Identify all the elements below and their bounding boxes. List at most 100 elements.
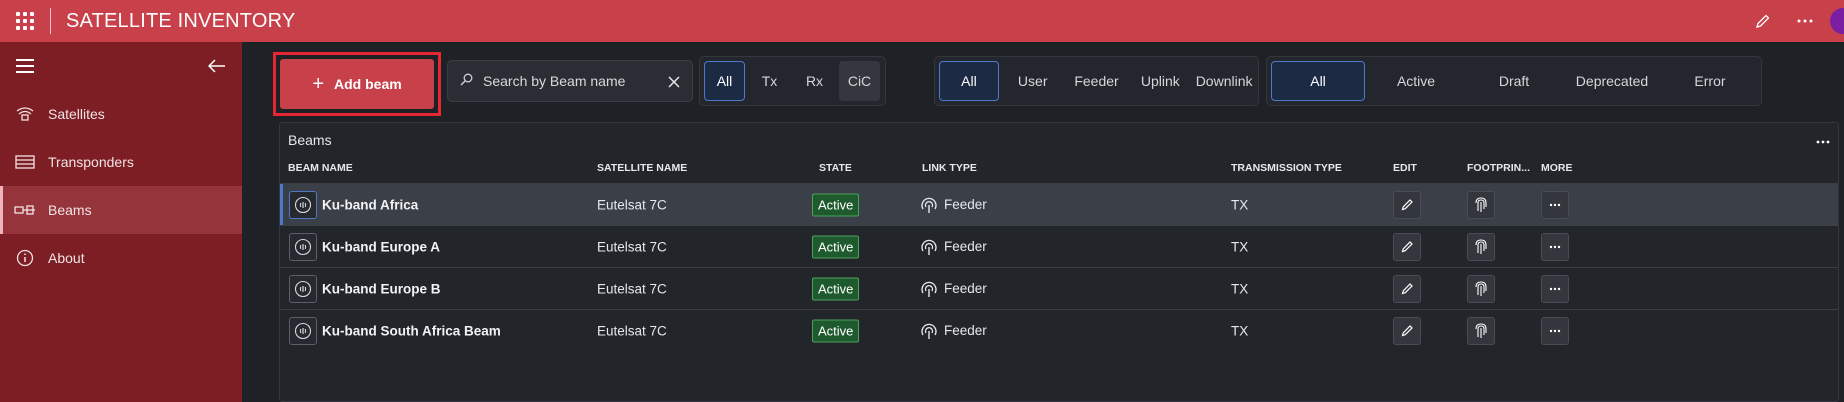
beam-name: Ku-band Europe B (322, 281, 441, 296)
ellipsis-icon (1549, 329, 1561, 332)
app-title: SATELLITE INVENTORY (66, 9, 296, 32)
filter-state-all[interactable]: All (1271, 61, 1366, 101)
link-type-label: Feeder (944, 197, 987, 212)
edit-button[interactable] (1393, 274, 1421, 303)
satellite-name: Eutelsat 7C (597, 239, 667, 254)
edit-icon[interactable] (1742, 0, 1784, 42)
satellite-name: Eutelsat 7C (597, 323, 667, 338)
filter-direction-cic[interactable]: CiC (839, 61, 880, 101)
table-row[interactable]: Ku-band Africa Eutelsat 7C Active Feeder… (280, 183, 1838, 225)
grid-title: Beams (288, 132, 332, 148)
search-icon (460, 73, 473, 89)
filter-state-error[interactable]: Error (1663, 61, 1757, 101)
add-beam-highlight: + Add beam (273, 52, 441, 116)
ellipsis-icon (1549, 245, 1561, 248)
column-header-more[interactable]: MORE (1541, 162, 1573, 174)
link-type: Feeder (920, 322, 987, 340)
transmission-type: TX (1231, 281, 1249, 296)
pencil-icon (1401, 199, 1413, 211)
fingerprint-icon (1475, 322, 1487, 338)
footprint-button[interactable] (1467, 316, 1495, 345)
beam-signal-icon (289, 232, 317, 261)
filter-link-uplink[interactable]: Uplink (1130, 61, 1190, 101)
sidebar-item-label: About (48, 250, 85, 266)
sidebar-item-satellites[interactable]: Satellites (0, 90, 242, 138)
filter-direction-all[interactable]: All (704, 61, 745, 101)
info-icon (14, 249, 36, 267)
sidebar-item-about[interactable]: About (0, 234, 242, 282)
column-headers: BEAM NAME SATELLITE NAME STATE LINK TYPE… (280, 157, 1838, 183)
sidebar-item-label: Satellites (48, 106, 105, 122)
footprint-button[interactable] (1467, 232, 1495, 261)
column-header-edit[interactable]: EDIT (1393, 162, 1417, 174)
beam-name: Ku-band Europe A (322, 239, 440, 254)
filter-state-active[interactable]: Active (1369, 61, 1463, 101)
more-options-icon[interactable] (1784, 0, 1826, 42)
avatar[interactable] (1830, 8, 1844, 34)
column-header-link-type[interactable]: LINK TYPE (922, 162, 977, 174)
row-more-button[interactable] (1541, 190, 1569, 219)
link-type-filter: All User Feeder Uplink Downlink (934, 56, 1259, 106)
search-input[interactable] (483, 73, 668, 89)
edit-button[interactable] (1393, 190, 1421, 219)
link-type: Feeder (920, 196, 987, 214)
status-badge: Active (812, 277, 860, 300)
grid-more-icon[interactable] (1816, 131, 1830, 149)
beam-name: Ku-band Africa (322, 197, 419, 212)
feeder-icon (921, 197, 937, 213)
add-beam-button[interactable]: + Add beam (280, 59, 434, 109)
plus-icon: + (312, 73, 324, 95)
sidebar-item-transponders[interactable]: Transponders (0, 138, 242, 186)
pencil-icon (1401, 325, 1413, 337)
table-row[interactable]: Ku-band Europe A Eutelsat 7C Active Feed… (280, 225, 1838, 267)
filter-link-all[interactable]: All (939, 61, 999, 101)
direction-filter: All Tx Rx CiC (699, 56, 886, 106)
sidebar-item-label: Transponders (48, 154, 134, 170)
pencil-icon (1401, 241, 1413, 253)
footprint-button[interactable] (1467, 274, 1495, 303)
edit-button[interactable] (1393, 232, 1421, 261)
fingerprint-icon (1475, 280, 1487, 296)
fingerprint-icon (1475, 238, 1487, 254)
column-header-beam-name[interactable]: BEAM NAME (288, 162, 353, 174)
transmission-type: TX (1231, 197, 1249, 212)
row-more-button[interactable] (1541, 232, 1569, 261)
search-box (447, 60, 693, 102)
column-header-transmission-type[interactable]: TRANSMISSION TYPE (1231, 162, 1342, 174)
beams-grid: Beams BEAM NAME SATELLITE NAME STATE LIN… (279, 122, 1839, 402)
column-header-state[interactable]: STATE (819, 162, 852, 174)
row-more-button[interactable] (1541, 274, 1569, 303)
menu-icon[interactable] (16, 59, 34, 73)
sidebar-item-beams[interactable]: Beams (0, 186, 242, 234)
collapse-arrow-icon[interactable] (207, 55, 226, 77)
filter-state-draft[interactable]: Draft (1467, 61, 1561, 101)
status-badge: Active (812, 319, 860, 342)
ellipsis-icon (1549, 287, 1561, 290)
filter-state-deprecated[interactable]: Deprecated (1565, 61, 1659, 101)
filter-link-feeder[interactable]: Feeder (1067, 61, 1127, 101)
transponder-icon (14, 153, 36, 171)
link-type: Feeder (920, 238, 987, 256)
main-content: + Add beam All Tx Rx CiC All User Feeder… (242, 42, 1844, 402)
filter-link-downlink[interactable]: Downlink (1194, 61, 1254, 101)
link-type: Feeder (920, 280, 987, 298)
filter-direction-tx[interactable]: Tx (749, 61, 790, 101)
beam-icon (14, 201, 36, 219)
add-beam-label: Add beam (334, 76, 402, 92)
table-row[interactable]: Ku-band Europe B Eutelsat 7C Active Feed… (280, 267, 1838, 309)
column-header-footprint[interactable]: FOOTPRIN... (1467, 162, 1530, 174)
clear-search-icon[interactable] (668, 70, 680, 92)
satellite-name: Eutelsat 7C (597, 281, 667, 296)
edit-button[interactable] (1393, 316, 1421, 345)
filter-direction-rx[interactable]: Rx (794, 61, 835, 101)
state-filter: All Active Draft Deprecated Error (1266, 56, 1762, 106)
fingerprint-icon (1475, 196, 1487, 212)
filter-link-user[interactable]: User (1003, 61, 1063, 101)
table-row[interactable]: Ku-band South Africa Beam Eutelsat 7C Ac… (280, 309, 1838, 351)
beam-signal-icon (289, 316, 317, 345)
link-type-label: Feeder (944, 323, 987, 338)
footprint-button[interactable] (1467, 190, 1495, 219)
row-more-button[interactable] (1541, 316, 1569, 345)
app-launcher-icon[interactable] (0, 0, 50, 42)
column-header-satellite-name[interactable]: SATELLITE NAME (597, 162, 687, 174)
